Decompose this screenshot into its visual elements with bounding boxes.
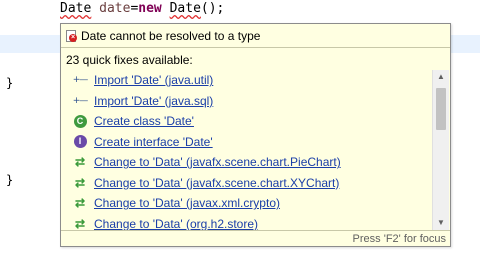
quick-fix-item[interactable]: +— Import 'Date' (java.util) [61, 70, 433, 91]
quick-fix-link[interactable]: Change to 'Data' (javafx.scene.chart.XYC… [94, 176, 339, 190]
quick-fix-item[interactable]: +— Import 'Date' (java.sql) [61, 91, 433, 112]
quick-fix-item[interactable]: C Create class 'Date' [61, 111, 433, 132]
quick-fix-count: 23 quick fixes available: [66, 53, 193, 67]
import-icon: +— [72, 95, 89, 106]
quick-fix-list[interactable]: +— Import 'Date' (java.util) +— Import '… [61, 70, 433, 230]
error-ctor-token[interactable]: Date [170, 1, 201, 16]
variable-token[interactable]: date [99, 1, 130, 16]
code-line[interactable]: Date date=new Date(); [60, 1, 224, 16]
quick-fix-link[interactable]: Change to 'Data' (org.h2.store) [94, 217, 258, 230]
quick-fix-link[interactable]: Create class 'Date' [94, 114, 194, 128]
scroll-up-arrow-icon[interactable]: ▲ [433, 70, 449, 84]
closing-brace: } [6, 76, 14, 90]
scroll-thumb[interactable] [436, 88, 446, 130]
keyword-new: new [138, 1, 162, 16]
quick-fix-footer: Press 'F2' for focus [61, 230, 450, 247]
quick-fix-item[interactable]: ⇄ Change to 'Data' (javafx.scene.chart.P… [61, 152, 433, 173]
error-type-token[interactable]: Date [60, 1, 91, 16]
quick-fix-scrollbar[interactable]: ▲ ▼ [432, 70, 449, 230]
quick-fix-link[interactable]: Change to 'Data' (javafx.scene.chart.Pie… [94, 155, 341, 169]
quick-fix-header: × Date cannot be resolved to a type [61, 24, 450, 48]
change-icon: ⇄ [74, 196, 86, 211]
quick-fix-item[interactable]: ⇄ Change to 'Data' (org.h2.store) [61, 214, 433, 230]
call-tail-token: (); [200, 1, 225, 16]
quick-fix-link[interactable]: Create interface 'Date' [94, 135, 213, 149]
quick-fix-link[interactable]: Change to 'Data' (javax.xml.crypto) [94, 196, 280, 210]
focus-hint: Press 'F2' for focus [352, 233, 446, 245]
import-icon: +— [72, 75, 89, 86]
new-class-icon: C [73, 114, 87, 128]
change-icon: ⇄ [74, 216, 86, 230]
error-icon: × [66, 29, 77, 42]
new-interface-icon: I [73, 135, 87, 149]
quick-fix-item[interactable]: I Create interface 'Date' [61, 132, 433, 153]
change-icon: ⇄ [74, 155, 86, 170]
closing-brace: } [6, 173, 14, 187]
quick-fix-popup[interactable]: × Date cannot be resolved to a type 23 q… [60, 23, 451, 247]
scroll-down-arrow-icon[interactable]: ▼ [433, 216, 449, 230]
error-message: Date cannot be resolved to a type [81, 28, 261, 43]
quick-fix-item[interactable]: ⇄ Change to 'Data' (javafx.scene.chart.X… [61, 173, 433, 194]
quick-fix-link[interactable]: Import 'Date' (java.util) [94, 73, 213, 87]
quick-fix-link[interactable]: Import 'Date' (java.sql) [94, 94, 213, 108]
quick-fix-item[interactable]: ⇄ Change to 'Data' (javax.xml.crypto) [61, 193, 433, 214]
change-icon: ⇄ [74, 175, 86, 190]
